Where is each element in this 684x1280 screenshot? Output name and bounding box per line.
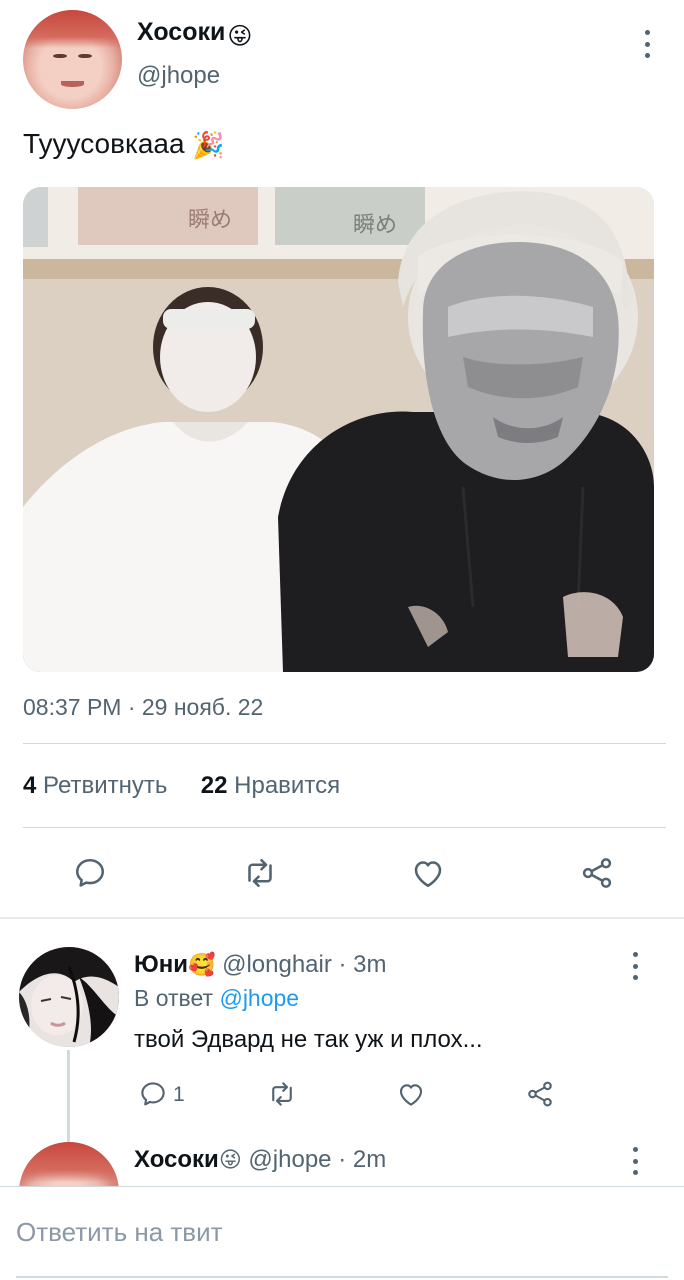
reply-header: Юни🥰 @longhair · 3m (134, 951, 387, 979)
svg-text:瞬め: 瞬め (188, 208, 232, 233)
reply-text: твой Эдвард не так уж и плох... (134, 1026, 483, 1053)
reply-author-name[interactable]: Юни (134, 951, 188, 978)
reply-button[interactable] (70, 853, 110, 893)
share-icon (582, 858, 612, 888)
reply2-author-emoji: 😜 (218, 1148, 242, 1174)
retweets-count: 4 (23, 772, 37, 799)
reply-to-handle[interactable]: @jhope (219, 985, 299, 1011)
tweet-text-content: Тууусовкааа (23, 128, 185, 159)
reply-time: · 3m (338, 951, 387, 978)
reply-reply-button[interactable] (133, 1074, 173, 1114)
like-button[interactable] (408, 853, 448, 893)
reply-input[interactable]: Ответить на твит (16, 1217, 223, 1248)
retweets-label: Ретвитнуть (43, 772, 168, 799)
section-divider (0, 917, 684, 919)
author-display-name[interactable]: Хосоки (137, 18, 225, 46)
thread-line (67, 1050, 70, 1142)
likes-label: Нравится (234, 772, 341, 799)
author-avatar[interactable] (23, 10, 122, 109)
tweet-text: Тууусовкааа 🎉 (23, 128, 225, 161)
photo-illustration: 瞬め 瞬め (23, 187, 654, 672)
reply-to-label: В ответ (134, 985, 214, 1011)
reply-author-handle[interactable]: @longhair (222, 951, 332, 978)
divider (23, 743, 666, 744)
reply-author-avatar[interactable] (19, 947, 119, 1047)
likes-stat[interactable]: 22 Нравится (201, 772, 340, 799)
author-handle[interactable]: @jhope (137, 62, 220, 90)
reply-retweet-button[interactable] (262, 1074, 302, 1114)
tweet-timestamp[interactable]: 08:37 PM · 29 нояб. 22 (23, 694, 263, 721)
svg-text:瞬め: 瞬め (353, 213, 397, 238)
retweets-stat[interactable]: 4 Ретвитнуть (23, 772, 167, 799)
more-icon[interactable] (630, 952, 640, 980)
input-underline (16, 1276, 668, 1278)
reply-count: 1 (173, 1083, 185, 1106)
heart-icon (399, 1084, 423, 1106)
reply-share-button[interactable] (520, 1074, 560, 1114)
reply2-time: · 2m (338, 1146, 387, 1173)
author-emoji: 😜 (227, 21, 253, 50)
share-button[interactable] (577, 853, 617, 893)
more-icon[interactable] (642, 30, 652, 58)
party-emoji: 🎉 (192, 130, 225, 161)
reply2-author-handle[interactable]: @jhope (248, 1146, 331, 1173)
reply2-author-name[interactable]: Хосоки (134, 1146, 219, 1173)
reply2-header: Хосоки😜 @jhope · 2m (134, 1146, 386, 1174)
divider (23, 827, 666, 828)
retweet-icon (272, 1082, 292, 1106)
likes-count: 22 (200, 772, 228, 799)
share-icon (528, 1081, 552, 1107)
reply-icon (75, 858, 105, 887)
reply-like-button[interactable] (391, 1074, 431, 1114)
tweet-stats: 4 Ретвитнуть 22 Нравится (23, 772, 340, 800)
reply-icon (141, 1082, 165, 1106)
heart-icon (414, 861, 442, 888)
more-icon[interactable] (630, 1147, 640, 1175)
tweet-photo[interactable]: 瞬め 瞬め (23, 187, 654, 672)
reply-to-line: В ответ @jhope (134, 985, 299, 1012)
avatar-illustration (19, 947, 119, 1047)
retweet-button[interactable] (240, 853, 280, 893)
retweet-icon (248, 858, 272, 888)
author-name-row[interactable]: Хосоки😜 (137, 18, 252, 50)
reply-author-emoji: 🥰 (188, 953, 216, 979)
